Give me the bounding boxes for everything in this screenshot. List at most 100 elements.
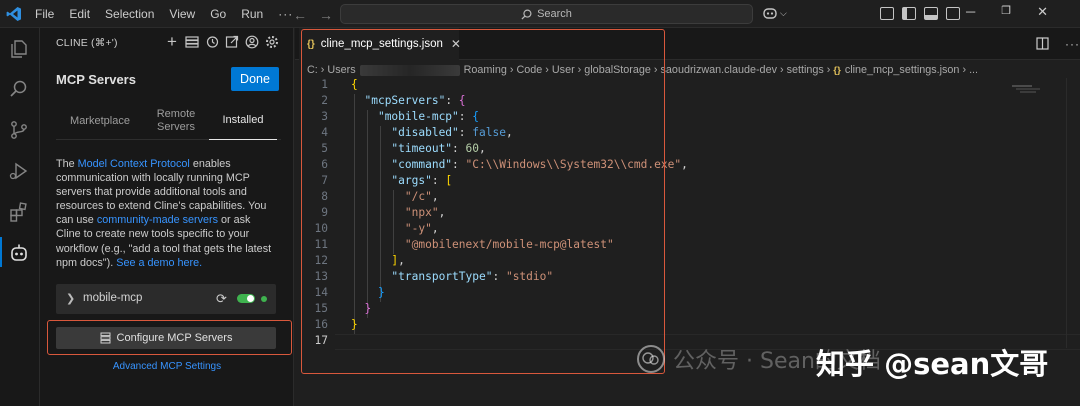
minimap[interactable]	[1010, 81, 1050, 101]
server-stack-icon	[100, 332, 111, 344]
breadcrumb-item[interactable]: Roaming	[464, 64, 507, 76]
code-line: 6 "command": "C:\\Windows\\System32\\cmd…	[295, 158, 1080, 174]
code-text: "@mobilenext/mobile-mcp@latest"	[404, 238, 614, 251]
window-controls: ─ ❐ ✕	[966, 4, 1048, 20]
run-debug-icon[interactable]	[8, 160, 30, 182]
redacted-username	[359, 64, 460, 76]
code-text: ],	[391, 254, 405, 267]
line-number: 2	[321, 94, 328, 107]
toggle-secondary-sidebar-icon[interactable]	[946, 7, 960, 20]
code-line: 16}	[295, 318, 1080, 334]
history-icon[interactable]	[205, 35, 219, 49]
breadcrumb-item[interactable]: saoudrizwan.claude-dev	[661, 64, 777, 76]
restore-icon[interactable]: ❐	[1001, 4, 1011, 20]
sidebar-header: CLINE (⌘+')	[56, 37, 118, 49]
code-text: "command": "C:\\Windows\\System32\\cmd.e…	[391, 158, 688, 171]
active-indicator	[0, 237, 2, 267]
community-servers-link[interactable]: community-made servers	[97, 214, 218, 226]
line-number: 4	[321, 126, 328, 139]
mcp-servers-icon[interactable]	[185, 35, 199, 49]
menu-go[interactable]: Go	[210, 7, 226, 21]
search-view-icon[interactable]	[8, 78, 30, 100]
editor-tab-settings-json[interactable]: {} cline_mcp_settings.json ✕	[299, 28, 461, 60]
line-number: 9	[321, 206, 328, 219]
breadcrumb-item[interactable]: globalStorage	[584, 64, 651, 76]
settings-gear-icon[interactable]	[265, 35, 279, 49]
copilot-menu[interactable]: ⌵	[762, 6, 787, 20]
split-editor-icon[interactable]	[1036, 37, 1049, 50]
configure-highlight: Configure MCP Servers	[47, 320, 292, 355]
more-actions-icon[interactable]: ···	[1065, 37, 1080, 51]
done-button[interactable]: Done	[231, 67, 279, 91]
tab-remote-servers[interactable]: Remote Servers	[150, 102, 202, 140]
vertical-scrollbar[interactable]	[1066, 78, 1067, 348]
code-line: 14 }	[295, 286, 1080, 302]
breadcrumb-item[interactable]: ...	[969, 64, 978, 76]
extensions-icon[interactable]	[8, 201, 30, 223]
server-row-mobile-mcp[interactable]: ❯ mobile-mcp ⟳	[56, 284, 276, 314]
code-line: 2 "mcpServers": {	[295, 94, 1080, 110]
configure-mcp-servers-button[interactable]: Configure MCP Servers	[56, 327, 276, 349]
advanced-mcp-settings-link[interactable]: Advanced MCP Settings	[40, 361, 294, 372]
popout-icon[interactable]	[225, 35, 239, 49]
menu-file[interactable]: File	[35, 7, 54, 21]
line-number: 8	[321, 190, 328, 203]
tab-label: cline_mcp_settings.json	[320, 38, 443, 50]
command-center-search[interactable]: Search	[340, 4, 753, 24]
close-window-icon[interactable]: ✕	[1037, 4, 1048, 20]
chevron-down-icon: ⌵	[780, 7, 787, 18]
breadcrumb-item[interactable]: cline_mcp_settings.json	[845, 64, 960, 76]
code-text: "npx",	[404, 206, 446, 219]
source-control-icon[interactable]	[8, 119, 30, 141]
server-status-dot	[261, 296, 267, 302]
forward-arrow-icon[interactable]: →	[319, 7, 333, 23]
breadcrumb-item[interactable]: settings	[787, 64, 824, 76]
breadcrumb-item[interactable]: C:	[307, 64, 318, 76]
menu-selection[interactable]: Selection	[105, 7, 154, 21]
code-text: "-y",	[404, 222, 439, 235]
toggle-panel-icon[interactable]	[924, 7, 938, 20]
restart-icon[interactable]: ⟳	[216, 291, 227, 307]
menu-run[interactable]: Run	[241, 7, 263, 21]
code-line: 4 "disabled": false,	[295, 126, 1080, 142]
menu-more[interactable]: ···	[278, 7, 293, 21]
new-task-icon[interactable]: +	[165, 32, 179, 51]
line-number: 11	[314, 238, 328, 251]
editor-actions: ···	[1036, 37, 1080, 51]
menu-view[interactable]: View	[169, 7, 195, 21]
code-line: 8 "/c",	[295, 190, 1080, 206]
close-tab-icon[interactable]: ✕	[451, 37, 461, 51]
code-text: "mcpServers": {	[364, 94, 466, 107]
minimize-icon[interactable]: ─	[966, 4, 975, 20]
tab-marketplace[interactable]: Marketplace	[56, 102, 144, 140]
watermark-strong-text: 知乎 @sean文哥	[816, 347, 1049, 381]
toggle-primary-sidebar-icon[interactable]	[902, 7, 916, 20]
menu-edit[interactable]: Edit	[69, 7, 90, 21]
explorer-icon[interactable]	[8, 38, 30, 60]
chevron-right-icon[interactable]: ❯	[66, 292, 75, 305]
code-text: "args": [	[391, 174, 453, 187]
code-line: 11 "@mobilenext/mobile-mcp@latest"	[295, 238, 1080, 254]
back-arrow-icon[interactable]: ←	[293, 7, 307, 23]
json-file-icon: {}	[833, 64, 841, 76]
account-icon[interactable]	[245, 35, 259, 49]
demo-link[interactable]: See a demo here.	[116, 257, 202, 269]
breadcrumb-item[interactable]: Code	[516, 64, 542, 76]
line-number: 14	[314, 286, 328, 299]
code-text: }	[377, 286, 385, 299]
watermark: 公众号 · Sean的文档 知乎 @sean文哥	[637, 339, 1048, 381]
line-number: 13	[314, 270, 328, 283]
cline-robot-icon[interactable]	[8, 242, 30, 264]
customize-layout-icon[interactable]	[880, 7, 894, 20]
mcp-protocol-link[interactable]: Model Context Protocol	[78, 158, 190, 170]
line-number: 15	[314, 302, 328, 315]
breadcrumb-item[interactable]: Users	[327, 64, 355, 76]
code-text: "/c",	[404, 190, 439, 203]
sidebar-actions: +	[165, 32, 279, 51]
line-number: 12	[314, 254, 328, 267]
code-line: 7 "args": [	[295, 174, 1080, 190]
server-enable-toggle[interactable]	[237, 294, 255, 303]
tab-installed[interactable]: Installed	[209, 102, 277, 140]
breadcrumb-item[interactable]: User	[552, 64, 575, 76]
menu-bar: File Edit Selection View Go Run ···	[35, 0, 308, 28]
